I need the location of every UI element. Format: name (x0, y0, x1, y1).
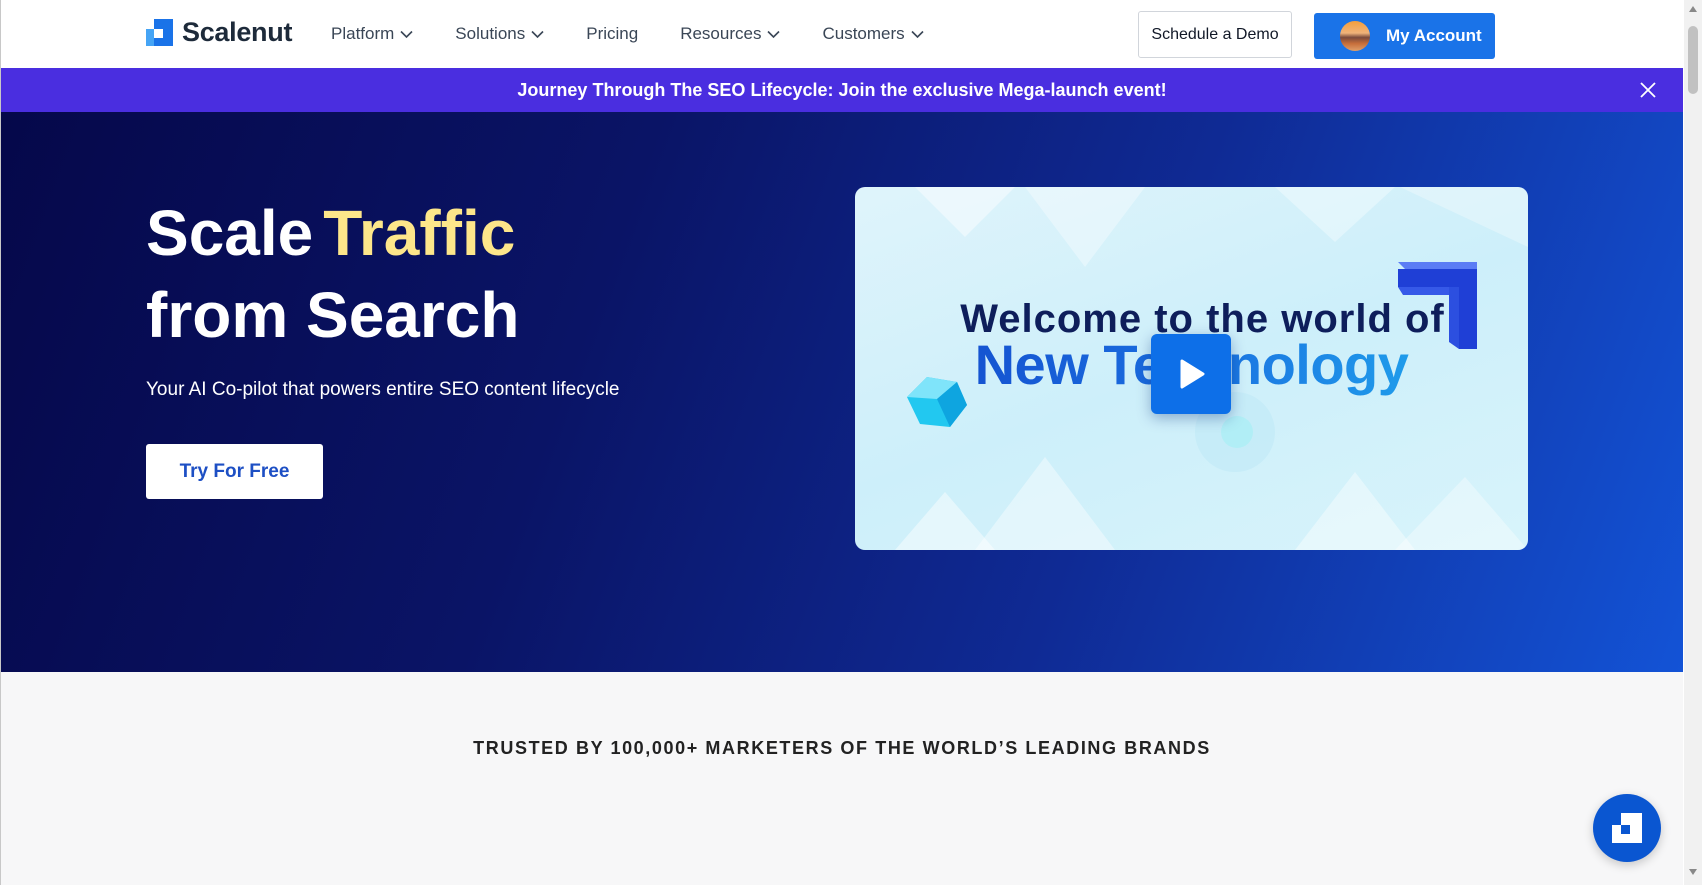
logo-text: Scalenut (182, 17, 293, 47)
nav-customers[interactable]: Customers (822, 24, 924, 44)
my-account-label: My Account (1386, 26, 1482, 45)
page: Scalenut Platform Solutions Pricing Reso… (1, 0, 1683, 885)
nav-label: Platform (331, 24, 395, 43)
hero-section: Scale Traffic from Search Your AI Co-pilo… (1, 112, 1683, 672)
vertical-scrollbar[interactable] (1684, 0, 1702, 885)
scroll-up-arrow-icon[interactable] (1689, 6, 1697, 12)
main-nav: Platform Solutions Pricing Resources Cus… (331, 0, 966, 68)
nav-platform[interactable]: Platform (331, 24, 413, 44)
nav-label: Resources (680, 24, 762, 43)
nav-pricing[interactable]: Pricing (586, 24, 638, 44)
chat-widget-icon (1612, 813, 1642, 843)
play-button[interactable] (1151, 334, 1231, 414)
chat-widget-button[interactable] (1593, 794, 1661, 862)
announcement-text[interactable]: Journey Through The SEO Lifecycle: Join … (517, 80, 1166, 101)
chevron-down-icon (911, 30, 924, 38)
window-border (0, 0, 1, 885)
site-header: Scalenut Platform Solutions Pricing Reso… (1, 0, 1683, 69)
play-icon (1180, 359, 1205, 389)
nav-resources[interactable]: Resources (680, 24, 781, 44)
my-account-button[interactable]: My Account (1314, 13, 1495, 59)
nav-label: Pricing (586, 24, 639, 43)
nav-solutions[interactable]: Solutions (455, 24, 544, 44)
scrollbar-thumb[interactable] (1688, 26, 1698, 94)
schedule-demo-button[interactable]: Schedule a Demo (1138, 11, 1292, 58)
close-icon[interactable] (1639, 81, 1657, 99)
chevron-down-icon (767, 30, 781, 38)
hero-title-line2: from Search (146, 279, 520, 351)
chevron-down-icon (400, 30, 413, 38)
scalenut-logo-icon (146, 19, 173, 46)
nav-label: Customers (822, 24, 905, 43)
hero-title-accent: Traffic (323, 197, 516, 269)
scroll-down-arrow-icon[interactable] (1689, 869, 1697, 875)
try-for-free-button[interactable]: Try For Free (146, 444, 323, 499)
hero-title-part1: Scale (146, 197, 314, 269)
avatar (1340, 21, 1370, 51)
trusted-brands-section: TRUSTED BY 100,000+ MARKETERS OF THE WOR… (1, 672, 1683, 885)
logo[interactable]: Scalenut (146, 17, 292, 48)
trusted-heading: TRUSTED BY 100,000+ MARKETERS OF THE WOR… (473, 738, 1211, 758)
hero-subtitle: Your AI Co-pilot that powers entire SEO … (146, 379, 620, 400)
video-player[interactable]: Welcome to the world of New Technology (855, 187, 1528, 550)
chevron-down-icon (531, 30, 544, 38)
hero-title: Scale Traffic from Search (146, 192, 519, 356)
announcement-bar[interactable]: Journey Through The SEO Lifecycle: Join … (1, 68, 1683, 112)
nav-label: Solutions (455, 24, 526, 43)
